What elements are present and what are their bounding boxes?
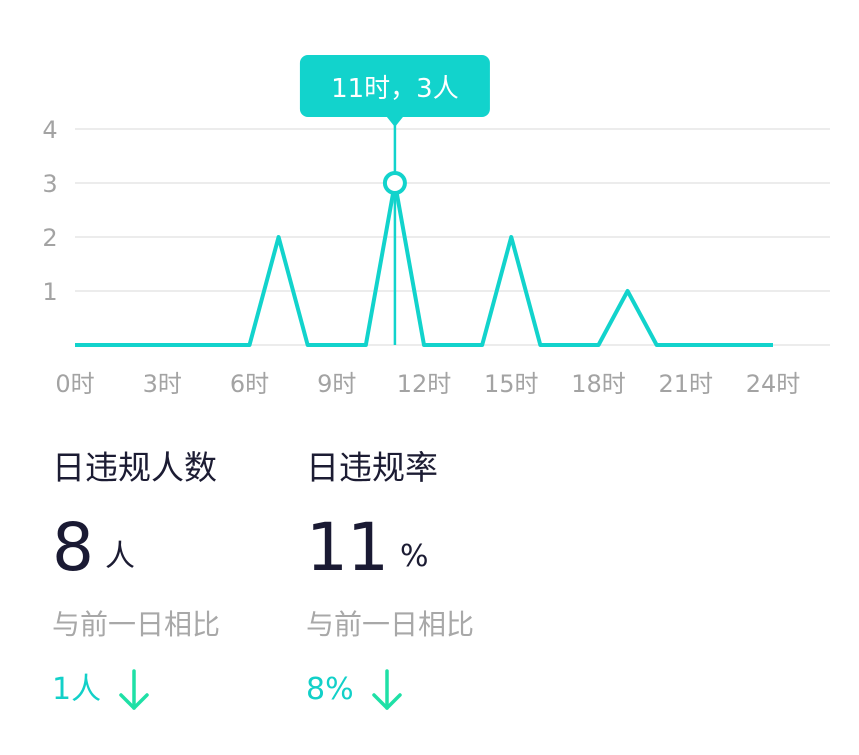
y-tick-label: 2 [42, 224, 57, 252]
y-tick-label: 4 [42, 116, 57, 144]
y-tick-label: 3 [42, 170, 57, 198]
stat-title: 日违规人数 [52, 448, 217, 487]
stat-value: 11 [306, 509, 389, 586]
compare-label: 与前一日相比 [306, 608, 475, 641]
stat-unit: % [399, 539, 429, 574]
change-indicator: 1人 [52, 668, 220, 712]
change-value: 1人 [52, 672, 102, 707]
tooltip-pointer [386, 117, 403, 127]
y-axis-ticks: 1 2 3 4 [42, 116, 57, 306]
stat-unit: 人 [105, 539, 135, 574]
y-tick-label: 1 [42, 278, 57, 306]
x-tick-label: 0时 [55, 370, 94, 398]
stats-card: 1 2 3 4 0时 3时 6时 9时 12时 15时 18时 21时 24时 11时，3人 日违规人… [0, 0, 859, 755]
down-arrow-icon [119, 669, 149, 710]
x-tick-label: 21时 [658, 370, 713, 398]
tooltip-text: 11时，3人 [331, 74, 459, 104]
daily-violation-count-stat: 日违规人数 8人 与前一日相比 1人 [52, 446, 220, 712]
x-axis-ticks: 0时 3时 6时 9时 12时 15时 18时 21时 24时 [55, 370, 800, 398]
x-tick-label: 12时 [397, 370, 452, 398]
x-tick-label: 24时 [746, 370, 801, 398]
series-line [75, 181, 773, 347]
x-tick-label: 3时 [143, 370, 182, 398]
x-tick-label: 18时 [571, 370, 626, 398]
change-indicator: 8% [306, 668, 474, 712]
series-layer [75, 181, 773, 347]
x-tick-label: 6时 [230, 370, 269, 398]
stat-value: 8 [52, 509, 94, 586]
x-tick-label: 9时 [317, 370, 356, 398]
change-value: 8% [306, 672, 354, 707]
stat-value-row: 8人 [52, 508, 220, 588]
grid-lines [75, 128, 830, 346]
stat-title: 日违规率 [306, 448, 438, 487]
tooltip: 11时，3人 [299, 55, 490, 345]
highlighted-point[interactable] [382, 171, 407, 195]
down-arrow-icon [371, 669, 402, 710]
hourly-violation-chart: 1 2 3 4 0时 3时 6时 9时 12时 15时 18时 21时 24时 11时，3人 [42, 55, 830, 398]
daily-violation-rate-stat: 日违规率 11% 与前一日相比 8% [306, 446, 474, 712]
compare-label: 与前一日相比 [52, 608, 221, 641]
stat-value-row: 11% [306, 508, 474, 588]
x-tick-label: 15时 [484, 370, 539, 398]
